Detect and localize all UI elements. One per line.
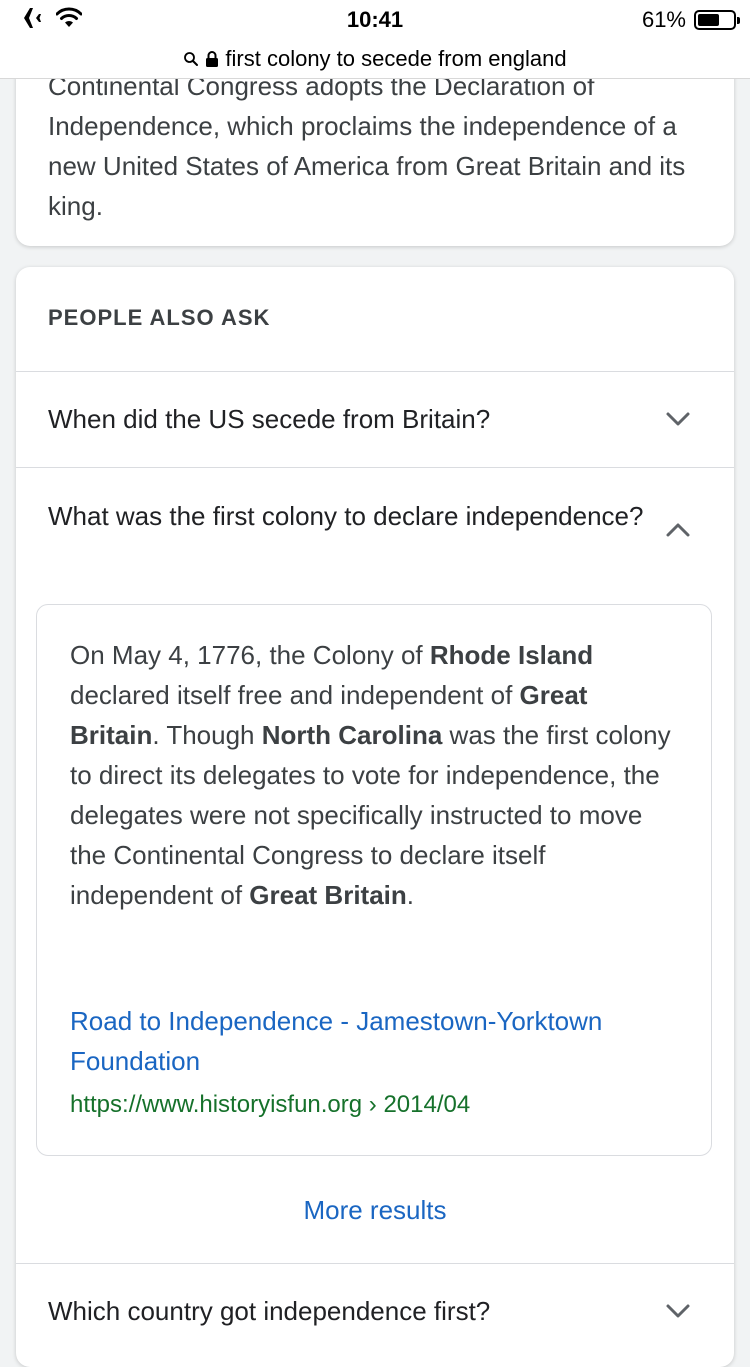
answer-text-run: On May 4, 1776, the Colony of xyxy=(70,640,430,670)
chevron-down-icon[interactable] xyxy=(664,409,692,429)
question-text[interactable]: Which country got independence first? xyxy=(48,1291,648,1331)
status-bar: 10:41 61% xyxy=(0,0,750,40)
battery-percent: 61% xyxy=(641,7,686,32)
divider xyxy=(16,1263,734,1264)
lock-icon xyxy=(206,51,219,67)
answer-bold-text: Great Britain xyxy=(249,880,407,910)
divider xyxy=(16,371,734,372)
battery-tip xyxy=(737,17,740,24)
divider xyxy=(16,467,734,468)
answer-text: On May 4, 1776, the Colony of Rhode Isla… xyxy=(70,635,680,915)
answer-bold-text: North Carolina xyxy=(261,720,443,750)
source-link[interactable]: Road to Independence - Jamestown-Yorktow… xyxy=(70,1001,680,1081)
chevron-up-icon[interactable] xyxy=(664,520,692,540)
question-text[interactable]: What was the first colony to declare ind… xyxy=(48,496,648,536)
paa-answer-box: On May 4, 1776, the Colony of Rhode Isla… xyxy=(36,604,712,1156)
snippet-text: Continental Congress adopts the Declarat… xyxy=(48,71,686,221)
search-icon xyxy=(184,52,199,66)
battery-icon xyxy=(694,10,740,30)
answer-text-run: declared itself free and independent of xyxy=(70,680,520,710)
battery-fill xyxy=(698,14,719,26)
status-bar-right: 61% xyxy=(641,7,740,33)
source-url[interactable]: https://www.historyisfun.org › 2014/04 xyxy=(70,1087,470,1123)
status-time: 10:41 xyxy=(346,7,404,32)
people-also-ask-card: PEOPLE ALSO ASK When did the US secede f… xyxy=(16,267,734,1367)
answer-bold-text: Rhode Island xyxy=(429,640,594,670)
url-text[interactable]: first colony to secede from england xyxy=(225,46,566,72)
url-bar[interactable]: first colony to secede from england xyxy=(0,40,750,79)
paa-heading: PEOPLE ALSO ASK xyxy=(48,305,271,330)
answer-text-run: . Though xyxy=(152,720,262,750)
featured-snippet-card: Continental Congress adopts the Declarat… xyxy=(16,60,734,246)
answer-text-run: . xyxy=(406,880,415,910)
chevron-down-icon[interactable] xyxy=(664,1301,692,1321)
more-results-link[interactable]: More results xyxy=(16,1195,734,1226)
question-text[interactable]: When did the US secede from Britain? xyxy=(48,399,648,439)
